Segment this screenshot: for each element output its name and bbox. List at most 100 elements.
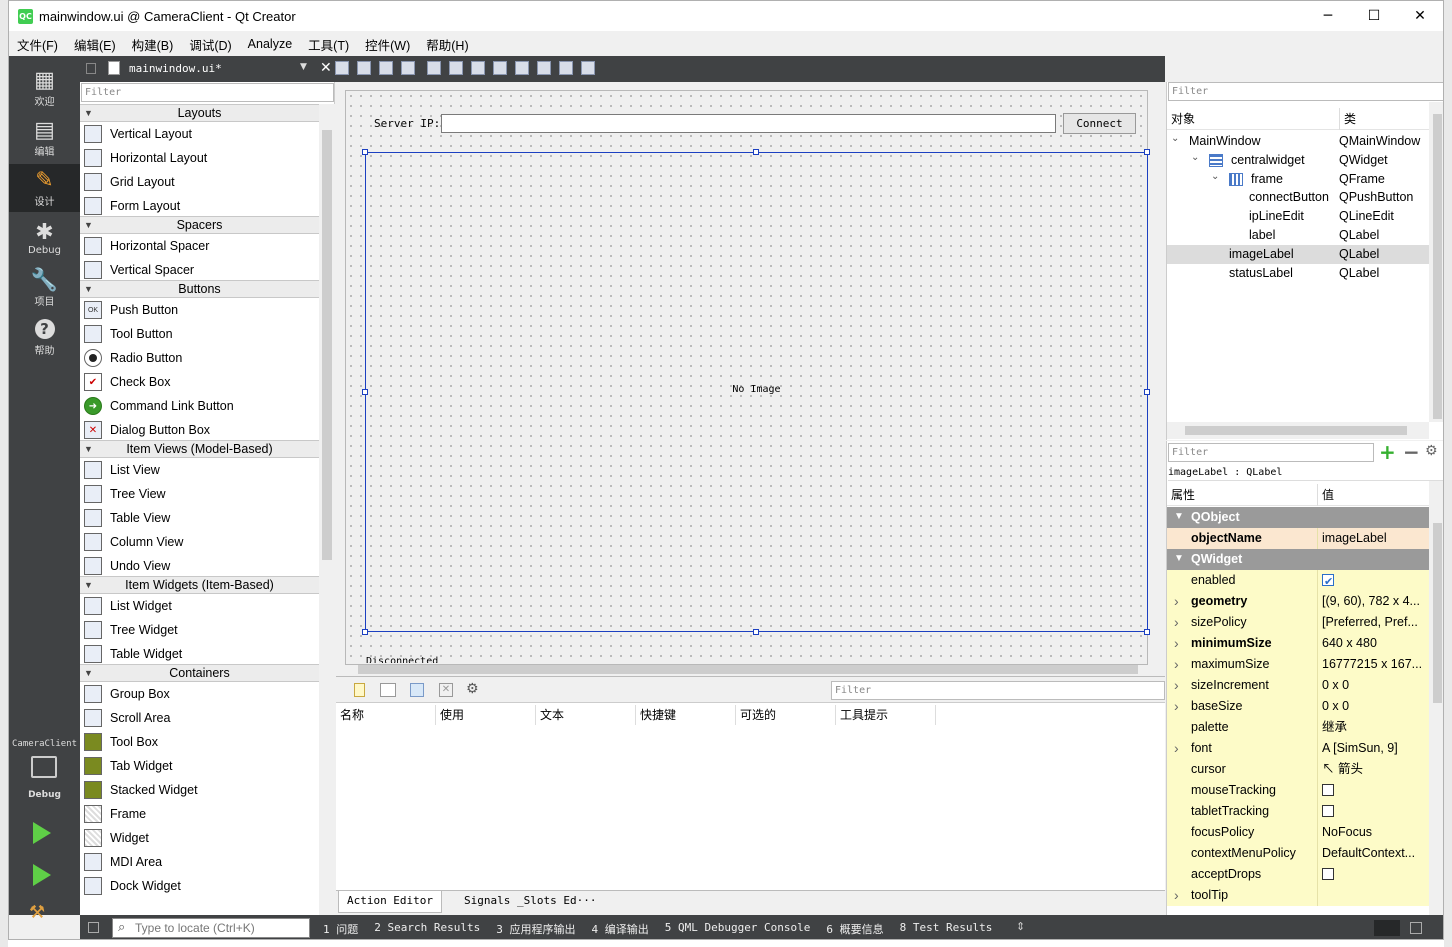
widget-item-scroll-area[interactable]: Scroll Area <box>84 706 319 730</box>
break-layout-icon[interactable] <box>559 61 573 75</box>
output-tab-0[interactable]: 1 问题 <box>323 921 358 937</box>
action-column-4[interactable]: 可选的 <box>736 705 836 725</box>
mode-grid-button[interactable]: ▦ 欢迎 <box>9 64 80 112</box>
property-filter-input[interactable]: Filter <box>1168 443 1374 462</box>
chevron-right-icon[interactable]: › <box>1174 612 1179 632</box>
widget-item-vertical-spacer[interactable]: Vertical Spacer <box>84 258 319 282</box>
new-action-icon[interactable] <box>354 683 365 697</box>
document-dropdown-icon[interactable]: ▼ <box>300 62 307 72</box>
category-spacers[interactable]: ▼ Spacers <box>80 216 319 234</box>
property-row-mousetracking[interactable]: mouseTracking <box>1167 780 1429 801</box>
mode-pencil-button[interactable]: ✎ 设计 <box>9 164 80 212</box>
property-editor-vscroll-thumb[interactable] <box>1433 523 1442 703</box>
menu-item-4[interactable]: Analyze <box>240 37 300 51</box>
chevron-down-icon[interactable]: ▼ <box>84 105 93 121</box>
widget-item-dialog-button-box[interactable]: ✕ Dialog Button Box <box>84 418 319 442</box>
widget-item-group-box[interactable]: Group Box <box>84 682 319 706</box>
document-name[interactable]: mainwindow.ui* <box>129 62 222 75</box>
object-row-label[interactable]: label QLabel <box>1167 226 1429 245</box>
widget-item-widget[interactable]: Widget <box>84 826 319 850</box>
add-property-icon[interactable]: + <box>1379 441 1396 463</box>
widget-item-tool-box[interactable]: Tool Box <box>84 730 319 754</box>
category-item-widgets-item-based[interactable]: ▼ Item Widgets (Item-Based) <box>80 576 319 594</box>
action-column-0[interactable]: 名称 <box>336 705 436 725</box>
property-row-qwidget[interactable]: ▼ QWidget <box>1167 549 1429 570</box>
object-row-iplineedit[interactable]: ipLineEdit QLineEdit <box>1167 207 1429 226</box>
object-filter-input[interactable]: Filter <box>1168 82 1443 101</box>
chevron-down-icon[interactable]: ▼ <box>84 577 93 593</box>
property-row-sizepolicy[interactable]: › sizePolicy [Preferred, Pref... <box>1167 612 1429 633</box>
widget-item-command-link-button[interactable]: ➜ Command Link Button <box>84 394 319 418</box>
category-buttons[interactable]: ▼ Buttons <box>80 280 319 298</box>
property-row-basesize[interactable]: › baseSize 0 x 0 <box>1167 696 1429 717</box>
chevron-down-icon[interactable]: ▼ <box>1174 549 1184 569</box>
copy-action-icon[interactable] <box>380 683 396 697</box>
output-tab-5[interactable]: 6 概要信息 <box>826 921 883 937</box>
maximize-button[interactable]: ☐ <box>1351 1 1397 31</box>
menu-item-6[interactable]: 控件(W) <box>357 35 418 54</box>
edit-widgets-icon[interactable] <box>335 61 349 75</box>
resize-handle-r[interactable] <box>1144 389 1150 395</box>
chevron-right-icon[interactable]: › <box>1174 633 1179 653</box>
action-column-5[interactable]: 工具提示 <box>836 705 936 725</box>
menu-item-3[interactable]: 调试(D) <box>181 35 239 54</box>
property-config-icon[interactable]: ⚙ <box>1425 443 1438 459</box>
property-editor-vscrollbar[interactable] <box>1429 481 1443 915</box>
chevron-right-icon[interactable]: › <box>1174 738 1179 758</box>
mode-help-button[interactable]: ? 帮助 <box>9 314 80 362</box>
menu-item-5[interactable]: 工具(T) <box>300 35 357 54</box>
property-row-qobject[interactable]: ▼ QObject <box>1167 507 1429 528</box>
mode-document-button[interactable]: ▤ 编辑 <box>9 114 80 162</box>
edit-signals-icon[interactable] <box>357 61 371 75</box>
menu-item-2[interactable]: 构建(B) <box>124 35 182 54</box>
widget-item-undo-view[interactable]: Undo View <box>84 554 319 578</box>
resize-handle-l[interactable] <box>362 389 368 395</box>
widget-item-tree-widget[interactable]: Tree Widget <box>84 618 319 642</box>
toggle-sidebar-icon[interactable] <box>88 922 99 933</box>
layout-horizontal-splitter-icon[interactable] <box>471 61 485 75</box>
output-tab-6[interactable]: 8 Test Results <box>900 921 993 937</box>
widget-item-grid-layout[interactable]: Grid Layout <box>84 170 319 194</box>
object-row-mainwindow[interactable]: ⌄ MainWindow QMainWindow <box>1167 132 1429 151</box>
minimize-button[interactable]: ─ <box>1305 1 1351 31</box>
mode-bug-button[interactable]: ✱ Debug <box>9 214 80 262</box>
property-value[interactable] <box>1317 864 1429 885</box>
category-item-views-model-based[interactable]: ▼ Item Views (Model-Based) <box>80 440 319 458</box>
toggle-right-sidebar-icon[interactable] <box>1410 922 1422 934</box>
expand-arrow-icon[interactable]: ⌄ <box>1171 129 1179 148</box>
widget-item-stacked-widget[interactable]: Stacked Widget <box>84 778 319 802</box>
layout-horizontal-icon[interactable] <box>427 61 441 75</box>
action-filter-input[interactable]: Filter <box>831 681 1165 700</box>
tab-signals-slots[interactable]: Signals _Slots Ed··· <box>464 891 596 913</box>
more-tabs-icon[interactable]: ⇕ <box>1016 920 1025 933</box>
chevron-down-icon[interactable]: ▼ <box>1174 507 1184 527</box>
object-row-frame[interactable]: ⌄ frame QFrame <box>1167 170 1429 189</box>
widget-item-check-box[interactable]: ✔ Check Box <box>84 370 319 394</box>
object-row-statuslabel[interactable]: statusLabel QLabel <box>1167 264 1429 283</box>
object-row-imagelabel[interactable]: imageLabel QLabel <box>1167 245 1429 264</box>
configure-wrench-icon[interactable]: ⚙ <box>466 681 479 697</box>
property-row-geometry[interactable]: › geometry [(9, 60), 782 x 4... <box>1167 591 1429 612</box>
resize-handle-br[interactable] <box>1144 629 1150 635</box>
run-icon[interactable] <box>33 822 51 844</box>
property-value[interactable]: ✔ <box>1317 570 1429 591</box>
object-row-centralwidget[interactable]: ⌄ centralwidget QWidget <box>1167 151 1429 170</box>
build-hammer-icon[interactable]: ⚒ <box>29 902 45 923</box>
property-value[interactable] <box>1317 780 1429 801</box>
connect-button[interactable]: Connect <box>1063 113 1136 134</box>
widget-item-tree-view[interactable]: Tree View <box>84 482 319 506</box>
widget-filter-input[interactable]: Filter <box>81 83 334 102</box>
property-row-acceptdrops[interactable]: acceptDrops <box>1167 864 1429 885</box>
chevron-right-icon[interactable]: › <box>1174 675 1179 695</box>
debug-run-icon[interactable] <box>33 864 51 886</box>
widget-item-push-button[interactable]: OK Push Button <box>84 298 319 322</box>
layout-vertical-splitter-icon[interactable] <box>493 61 507 75</box>
main-window-form[interactable]: Server IP: Connect No Image Disconnected <box>345 90 1150 665</box>
resize-handle-tr[interactable] <box>1144 149 1150 155</box>
widget-item-table-view[interactable]: Table View <box>84 506 319 530</box>
action-column-1[interactable]: 使用 <box>436 705 536 725</box>
property-row-palette[interactable]: palette 继承 <box>1167 717 1429 738</box>
widget-item-horizontal-spacer[interactable]: Horizontal Spacer <box>84 234 319 258</box>
resize-handle-bl[interactable] <box>362 629 368 635</box>
object-inspector-vscroll-thumb[interactable] <box>1433 114 1442 419</box>
